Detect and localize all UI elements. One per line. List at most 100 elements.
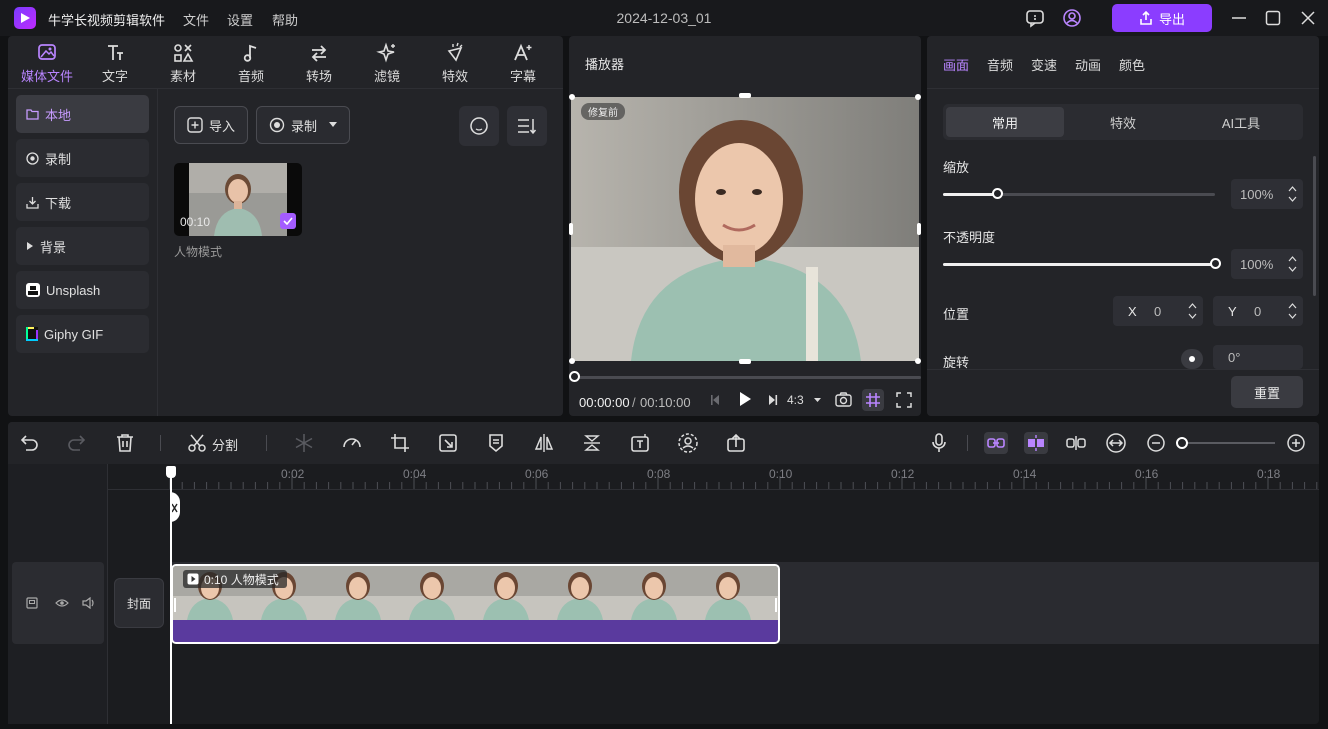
tab-animation[interactable]: 动画: [1075, 55, 1101, 74]
volume-icon[interactable]: [82, 597, 96, 609]
rotation-input[interactable]: 0°: [1213, 345, 1303, 369]
grid-icon[interactable]: [862, 389, 884, 411]
eye-icon[interactable]: [55, 597, 69, 609]
play-icon[interactable]: [738, 391, 752, 407]
tab-transition[interactable]: 转场: [286, 42, 352, 86]
stepper-icon[interactable]: [1288, 184, 1297, 204]
playback-progress-track[interactable]: [575, 376, 921, 379]
sidebar-item-local[interactable]: 本地: [16, 95, 149, 133]
tab-text[interactable]: 文字: [82, 42, 148, 86]
search-button[interactable]: [459, 106, 499, 146]
redo-icon[interactable]: [66, 432, 88, 454]
crop-icon[interactable]: [389, 432, 411, 454]
sidebar-item-unsplash[interactable]: Unsplash: [16, 271, 149, 309]
flip-icon[interactable]: [533, 432, 555, 454]
stepper-icon[interactable]: [1288, 301, 1297, 321]
scrollbar[interactable]: [1313, 156, 1316, 296]
cover-button[interactable]: 封面: [114, 578, 164, 628]
resize-handle[interactable]: [569, 94, 575, 100]
export-clip-icon[interactable]: [725, 432, 747, 454]
speed-icon[interactable]: [341, 432, 363, 454]
camera-icon[interactable]: [835, 392, 852, 407]
scissors-icon[interactable]: [186, 432, 208, 454]
scale-input[interactable]: 100%: [1231, 179, 1303, 209]
export-button[interactable]: 导出: [1112, 4, 1212, 32]
record-dropdown-button[interactable]: 录制: [256, 106, 350, 144]
magnet-icon[interactable]: [1024, 432, 1048, 454]
next-frame-icon[interactable]: [767, 393, 779, 407]
link-icon[interactable]: [984, 432, 1008, 454]
tab-picture[interactable]: 画面: [943, 55, 969, 74]
split-audio-icon[interactable]: [1065, 432, 1087, 454]
time-ruler[interactable]: 0:02 0:04 0:06 0:08 0:10 0:12 0:14 0:16 0:18: [108, 464, 1319, 490]
sidebar-item-background[interactable]: 背景: [16, 227, 149, 265]
fit-timeline-icon[interactable]: [1105, 432, 1127, 454]
segment-common[interactable]: 常用: [946, 107, 1064, 137]
opacity-slider[interactable]: [943, 263, 1215, 266]
mask-icon[interactable]: [485, 432, 507, 454]
opacity-slider-knob[interactable]: [1210, 258, 1221, 269]
sort-button[interactable]: [507, 106, 547, 146]
tab-effects[interactable]: 特效: [422, 42, 488, 86]
resize-handle[interactable]: [739, 359, 751, 364]
zoom-in-icon[interactable]: [1285, 432, 1307, 454]
mirror-icon[interactable]: [581, 432, 603, 454]
scale-slider[interactable]: [943, 193, 1215, 196]
minimize-icon[interactable]: [1229, 8, 1249, 28]
undo-icon[interactable]: [18, 432, 40, 454]
preview-canvas[interactable]: 修复前: [571, 97, 919, 361]
tab-color[interactable]: 颜色: [1119, 55, 1145, 74]
tab-audio[interactable]: 音频: [218, 42, 284, 86]
rotation-dial[interactable]: [1181, 349, 1203, 369]
opacity-input[interactable]: 100%: [1231, 249, 1303, 279]
menu-file[interactable]: 文件: [183, 10, 209, 29]
aspect-ratio-select[interactable]: 4:3: [787, 393, 804, 407]
tab-media[interactable]: 媒体文件: [14, 42, 80, 86]
stepper-icon[interactable]: [1288, 254, 1297, 274]
sidebar-item-download[interactable]: 下载: [16, 183, 149, 221]
resize-frame-icon[interactable]: [437, 432, 459, 454]
previous-frame-icon[interactable]: [709, 393, 721, 407]
microphone-icon[interactable]: [928, 432, 950, 454]
reset-button[interactable]: 重置: [1231, 376, 1303, 408]
account-icon[interactable]: [1062, 8, 1082, 28]
resize-handle[interactable]: [739, 93, 751, 98]
clip-trim-handle-right[interactable]: [775, 598, 777, 612]
sidebar-item-record[interactable]: 录制: [16, 139, 149, 177]
chevron-down-icon[interactable]: [814, 398, 821, 403]
timeline-clip[interactable]: 0:10 人物模式: [171, 564, 780, 644]
tab-subtitle[interactable]: 字幕: [490, 42, 556, 86]
menu-help[interactable]: 帮助: [272, 10, 298, 29]
split-button[interactable]: 分割: [212, 435, 238, 454]
position-x-input[interactable]: X 0: [1113, 296, 1203, 326]
delete-icon[interactable]: [114, 432, 136, 454]
zoom-slider[interactable]: [1183, 442, 1275, 444]
menu-settings[interactable]: 设置: [227, 10, 253, 29]
scale-slider-knob[interactable]: [992, 188, 1004, 199]
tab-filter[interactable]: 滤镜: [354, 42, 420, 86]
import-button[interactable]: 导入: [174, 106, 248, 144]
playhead-handle[interactable]: [166, 466, 176, 478]
maximize-icon[interactable]: [1263, 8, 1283, 28]
position-y-input[interactable]: Y 0: [1213, 296, 1303, 326]
resize-handle[interactable]: [569, 358, 575, 364]
zoom-slider-knob[interactable]: [1176, 437, 1188, 449]
tab-speed[interactable]: 变速: [1031, 55, 1057, 74]
sidebar-item-giphy[interactable]: Giphy GIF: [16, 315, 149, 353]
tab-elements[interactable]: 素材: [150, 42, 216, 86]
resize-handle[interactable]: [917, 223, 921, 235]
zoom-out-icon[interactable]: [1145, 432, 1167, 454]
close-icon[interactable]: [1298, 8, 1318, 28]
playhead[interactable]: [170, 466, 172, 724]
tab-audio-props[interactable]: 音频: [987, 55, 1013, 74]
resize-handle[interactable]: [569, 223, 573, 235]
freeze-icon[interactable]: [293, 432, 315, 454]
media-clip-thumbnail[interactable]: 00:10: [174, 163, 302, 236]
text-box-icon[interactable]: [629, 432, 651, 454]
playback-progress-knob[interactable]: [569, 371, 580, 382]
stepper-icon[interactable]: [1188, 301, 1197, 321]
feedback-icon[interactable]: [1025, 8, 1045, 28]
segment-ai-tools[interactable]: AI工具: [1182, 107, 1300, 137]
clip-trim-handle-left[interactable]: [174, 598, 176, 612]
segment-effects[interactable]: 特效: [1064, 107, 1182, 137]
